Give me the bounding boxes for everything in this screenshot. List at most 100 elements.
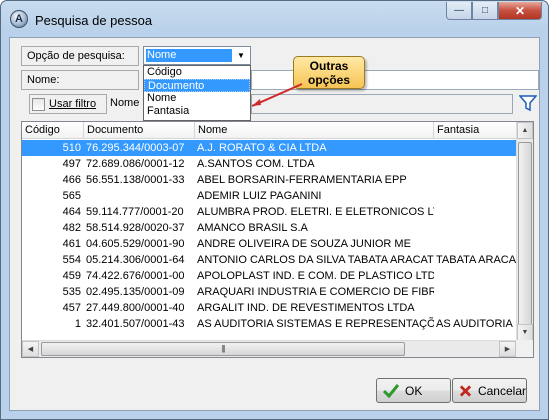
cell-documento: 56.551.138/0001-33 — [86, 174, 185, 186]
window-controls: — □ ✕ — [446, 2, 542, 20]
minimize-icon: — — [454, 5, 464, 16]
table-row[interactable]: 482 58.514.928/0020-37 AMANCO BRASIL S.A — [22, 220, 518, 236]
cell-codigo: 554 — [62, 254, 81, 266]
table-row[interactable]: 535 02.495.135/0001-09 ARAQUARI INDUSTRIA … — [22, 284, 518, 300]
search-option-dropdown: Código Documento Nome Fantasia — [143, 65, 251, 121]
results-grid: Código Documento Nome Fantasia 510 76.295… — [21, 121, 534, 358]
cell-documento: 04.605.529/0001-90 — [86, 238, 185, 250]
cell-documento — [84, 188, 195, 204]
table-row[interactable]: 497 72.689.086/0001-12 A.SANTOS COM. LTDA — [22, 156, 518, 172]
cell-nome: ABEL BORSARIN-FERRAMENTARIA EPP — [197, 174, 407, 186]
grid-header: Código Documento Nome Fantasia — [22, 122, 518, 139]
cell-codigo: 461 — [62, 238, 81, 250]
cell-fantasia — [434, 236, 518, 252]
app-icon: A — [10, 10, 28, 28]
use-filter-checkbox[interactable]: Usar filtro — [29, 94, 107, 114]
search-option-value: Nome — [146, 49, 232, 62]
cancel-label: Cancelar — [477, 383, 526, 398]
column-header-nome[interactable]: Nome — [195, 122, 434, 139]
cell-nome: APOLOPLAST IND. E COM. DE PLASTICO LTDA — [197, 270, 434, 282]
maximize-icon: □ — [481, 5, 489, 16]
cell-documento: 27.449.800/0001-40 — [86, 302, 185, 314]
cell-nome: ADEMIR LUIZ PAGANINI — [197, 190, 322, 202]
cell-codigo: 482 — [62, 222, 81, 234]
table-row[interactable]: 464 59.114.777/0001-20 ALUMBRA PROD. ELETR… — [22, 204, 518, 220]
table-row[interactable]: 459 74.422.676/0001-00 APOLOPLAST IND. E C… — [22, 268, 518, 284]
table-row[interactable]: 554 05.214.306/0001-64 ANTONIO CARLOS DA S… — [22, 252, 518, 268]
callout-line-1: Outras — [309, 59, 349, 73]
table-row[interactable]: 510 76.295.344/0003-07 A.J. RORATO & CIA L… — [22, 140, 518, 156]
horizontal-scroll-thumb[interactable]: ||| — [41, 342, 405, 356]
title-bar[interactable]: A Pesquisa de pessoa — □ ✕ — [1, 1, 548, 37]
table-row[interactable]: 461 04.605.529/0001-90 ANDRE OLIVEIRA DE S… — [22, 236, 518, 252]
ok-label: OK — [405, 383, 423, 398]
cell-documento: 58.514.928/0020-37 — [86, 222, 185, 234]
checkbox-icon[interactable] — [32, 98, 45, 111]
cell-nome: AMANCO BRASIL S.A — [197, 222, 308, 234]
cell-nome: ANDRE OLIVEIRA DE SOUZA JUNIOR ME — [197, 238, 411, 250]
chevron-down-icon[interactable]: ▼ — [234, 49, 248, 62]
column-header-documento[interactable]: Documento — [84, 122, 195, 139]
cell-nome: ARAQUARI INDUSTRIA E COMERCIO DE FIBRA — [197, 286, 434, 298]
cell-nome: ALUMBRA PROD. ELETRI. E ELETRONICOS LT — [197, 206, 434, 218]
cell-nome: ANTONIO CARLOS DA SILVA TABATA ARACAT — [197, 254, 434, 266]
callout-arrow — [251, 83, 303, 107]
scroll-right-button[interactable]: ▶ — [499, 341, 516, 357]
horizontal-scrollbar[interactable]: ◀ ||| ▶ — [22, 340, 516, 357]
cell-documento: 05.214.306/0001-64 — [86, 254, 185, 266]
minimize-button[interactable]: — — [446, 2, 472, 20]
table-row[interactable]: 565 ADEMIR LUIZ PAGANINI — [22, 188, 518, 204]
cell-codigo: 466 — [62, 174, 81, 186]
cancel-x-icon — [459, 384, 472, 397]
cell-documento: 74.422.676/0001-00 — [86, 270, 185, 282]
cell-fantasia — [434, 268, 518, 284]
name-label: Nome: — [21, 70, 139, 90]
dropdown-option-nome[interactable]: Nome — [144, 92, 250, 105]
filter-field-label: Nome — [110, 97, 140, 109]
cell-codigo: 459 — [62, 270, 81, 282]
cell-fantasia — [434, 140, 518, 156]
table-row[interactable]: 1 32.401.507/0001-43 AS AUDITORIA SISTEMAS… — [22, 316, 518, 332]
filter-funnel-icon[interactable] — [519, 94, 537, 112]
cell-fantasia — [434, 156, 518, 172]
cell-fantasia — [434, 300, 518, 316]
cell-fantasia — [434, 172, 518, 188]
scroll-up-button[interactable]: ▲ — [517, 122, 533, 139]
window-title: Pesquisa de pessoa — [35, 13, 153, 28]
scroll-left-button[interactable]: ◀ — [22, 341, 39, 357]
use-filter-label: Usar filtro — [49, 98, 97, 110]
close-button[interactable]: ✕ — [498, 2, 542, 20]
scroll-down-button[interactable]: ▼ — [517, 324, 533, 341]
cell-codigo: 510 — [62, 142, 81, 154]
column-header-codigo[interactable]: Código — [22, 122, 84, 139]
cell-codigo: 565 — [62, 190, 81, 202]
table-row[interactable]: 466 56.551.138/0001-33 ABEL BORSARIN-FERRA… — [22, 172, 518, 188]
ok-button[interactable]: OK — [376, 378, 451, 403]
dropdown-option-fantasia[interactable]: Fantasia — [144, 105, 250, 118]
maximize-button[interactable]: □ — [472, 2, 498, 20]
cancel-button[interactable]: Cancelar — [452, 378, 527, 403]
cell-fantasia: TABATA ARACA — [436, 254, 517, 266]
vertical-scroll-thumb[interactable] — [518, 142, 532, 327]
cell-codigo: 1 — [74, 318, 81, 330]
cell-documento: 59.114.777/0001-20 — [86, 206, 184, 218]
search-option-combo[interactable]: Nome ▼ — [143, 46, 251, 65]
cell-fantasia — [434, 188, 518, 204]
search-person-window: A Pesquisa de pessoa — □ ✕ Opção de pesq… — [0, 0, 549, 420]
cell-fantasia — [434, 204, 518, 220]
cell-nome: A.SANTOS COM. LTDA — [197, 158, 315, 170]
vertical-scrollbar[interactable]: ▲ ▼ — [516, 122, 533, 341]
cell-nome: AS AUDITORIA SISTEMAS E REPRESENTAÇÕ — [197, 318, 434, 330]
column-header-fantasia[interactable]: Fantasia — [434, 122, 518, 139]
cell-fantasia — [434, 220, 518, 236]
cell-documento: 32.401.507/0001-43 — [86, 318, 185, 330]
dropdown-option-codigo[interactable]: Código — [144, 66, 250, 79]
cell-documento: 72.689.086/0001-12 — [86, 158, 185, 170]
cell-fantasia: AS AUDITORIA S — [436, 318, 518, 330]
close-icon: ✕ — [514, 3, 526, 18]
dialog-content: Opção de pesquisa: Nome ▼ Código Documen… — [9, 37, 540, 411]
dropdown-option-documento[interactable]: Documento — [144, 79, 250, 92]
table-row[interactable]: 457 27.449.800/0001-40 ARGALIT IND. DE REV… — [22, 300, 518, 316]
cell-codigo: 457 — [62, 302, 81, 314]
cell-documento: 02.495.135/0001-09 — [86, 286, 185, 298]
